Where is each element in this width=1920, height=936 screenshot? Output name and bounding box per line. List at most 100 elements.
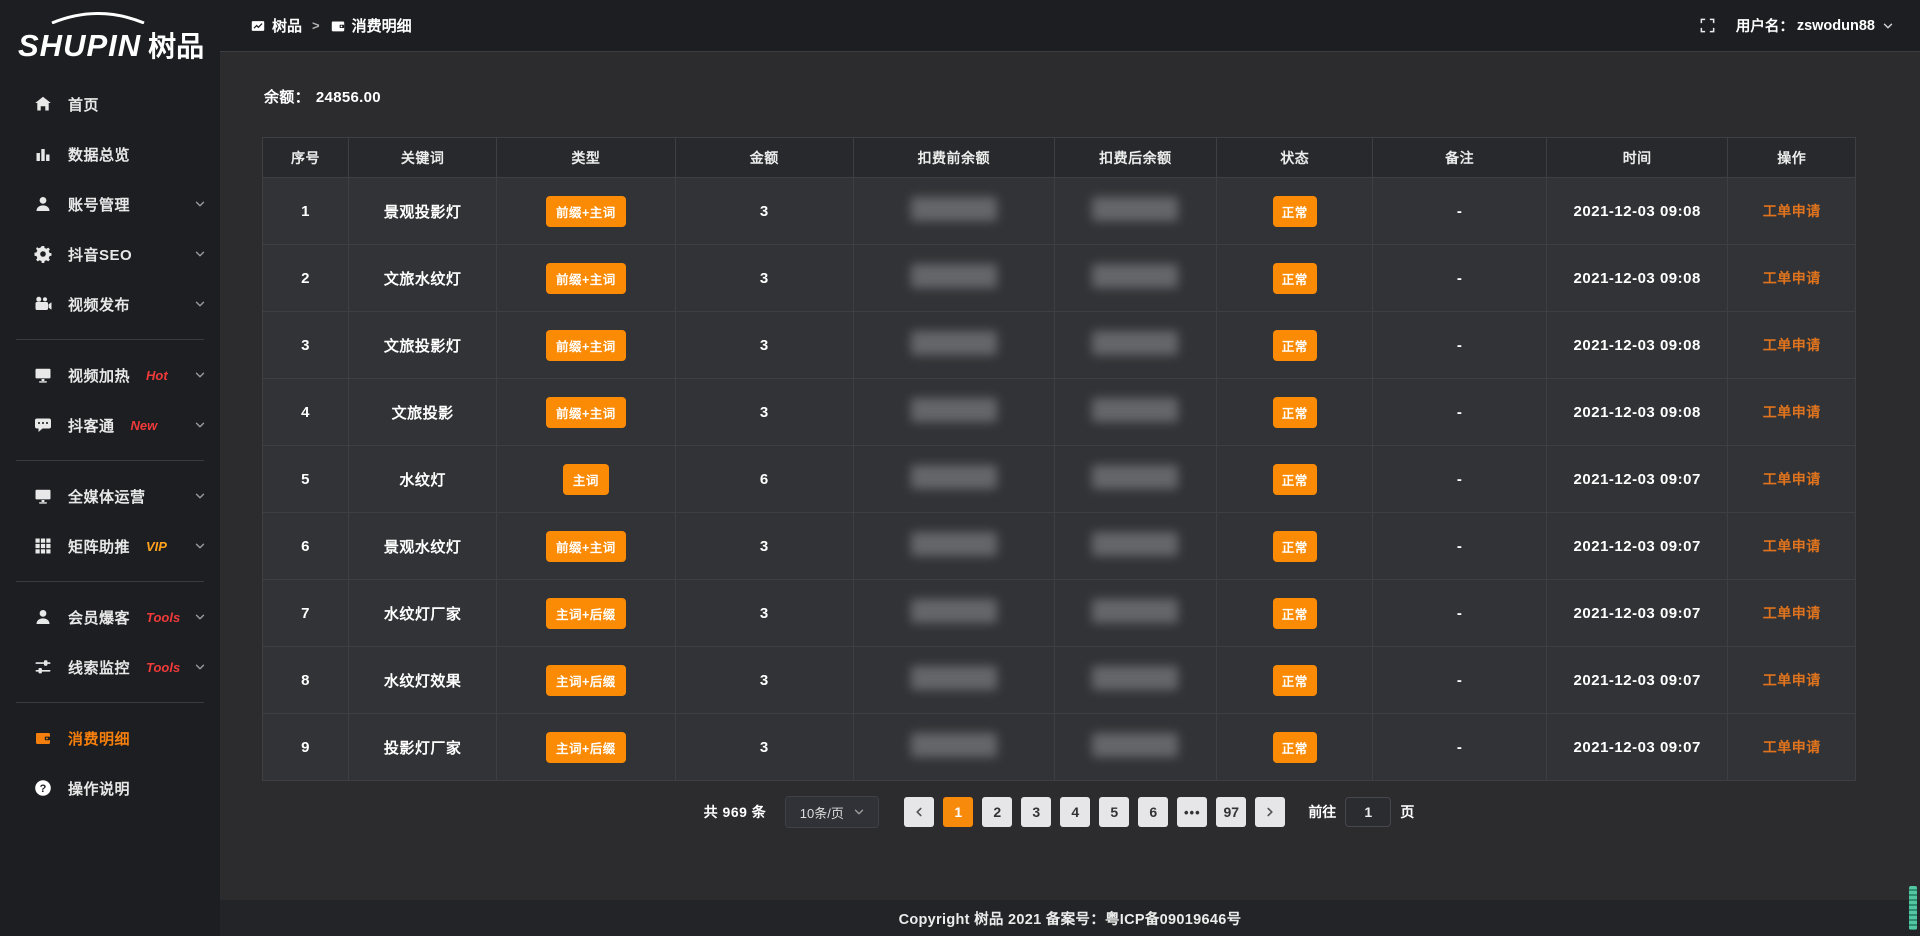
- masked-balance: [911, 465, 997, 489]
- next-page-button[interactable]: [1255, 797, 1285, 827]
- type-badge: 前缀+主词: [546, 397, 626, 428]
- page-button-4[interactable]: 4: [1060, 797, 1090, 827]
- cell-time: 2021-12-03 09:08: [1546, 178, 1728, 245]
- cell-type: 前缀+主词: [497, 513, 675, 580]
- chevron-down-icon: [194, 661, 206, 673]
- page-button-97[interactable]: 97: [1216, 797, 1246, 827]
- table-body: 1景观投影灯前缀+主词3正常-2021-12-03 09:08工单申请2文旅水纹…: [263, 178, 1856, 781]
- sidebar-item-video-publish[interactable]: 视频发布: [0, 279, 220, 329]
- fullscreen-icon[interactable]: [1699, 17, 1716, 34]
- sidebar-item-label: 操作说明: [68, 778, 130, 799]
- type-badge: 前缀+主词: [546, 531, 626, 562]
- page-button-2[interactable]: 2: [982, 797, 1012, 827]
- sidebar-item-clue-monitor[interactable]: 线索监控Tools: [0, 642, 220, 692]
- sidebar-item-media-operation[interactable]: 全媒体运营: [0, 471, 220, 521]
- cell-pre-balance: [853, 312, 1054, 379]
- type-badge: 主词+后缀: [546, 732, 626, 763]
- type-badge: 前缀+主词: [546, 330, 626, 361]
- masked-balance: [1092, 264, 1178, 288]
- page-ellipsis-button[interactable]: •••: [1177, 797, 1207, 827]
- masked-balance: [1092, 465, 1178, 489]
- cell-note: -: [1373, 312, 1547, 379]
- menu-divider: [16, 702, 204, 703]
- cell-keyword: 景观投影灯: [349, 178, 497, 245]
- status-badge: 正常: [1273, 531, 1317, 562]
- logo[interactable]: SHUPIN 树品: [0, 0, 220, 69]
- cell-action: 工单申请: [1728, 513, 1856, 580]
- breadcrumb: 树品 > 消费明细: [250, 15, 412, 36]
- sidebar: SHUPIN 树品 首页数据总览账号管理抖音SEO 视频发布视频加热Hot抖客通N…: [0, 0, 220, 936]
- masked-balance: [911, 532, 997, 556]
- column-header: 备注: [1373, 138, 1547, 178]
- sidebar-item-matrix-boost[interactable]: 矩阵助推VIP: [0, 521, 220, 571]
- bar-chart-icon: [34, 145, 54, 163]
- column-header: 关键词: [349, 138, 497, 178]
- sidebar-item-consumption-detail[interactable]: 消费明细: [0, 713, 220, 763]
- prev-page-button[interactable]: [904, 797, 934, 827]
- cell-status: 正常: [1217, 580, 1373, 647]
- page-button-5[interactable]: 5: [1099, 797, 1129, 827]
- menu-badge: Tools: [146, 610, 180, 625]
- cell-status: 正常: [1217, 178, 1373, 245]
- masked-balance: [1092, 398, 1178, 422]
- work-order-link[interactable]: 工单申请: [1763, 739, 1821, 755]
- page-button-1[interactable]: 1: [943, 797, 973, 827]
- work-order-link[interactable]: 工单申请: [1763, 270, 1821, 286]
- work-order-link[interactable]: 工单申请: [1763, 605, 1821, 621]
- chevron-down-icon: [194, 369, 206, 381]
- work-order-link[interactable]: 工单申请: [1763, 471, 1821, 487]
- sidebar-item-operation-guide[interactable]: ?操作说明: [0, 763, 220, 813]
- cell-note: -: [1373, 647, 1547, 714]
- scrollbar-thumb[interactable]: [1909, 886, 1917, 930]
- sidebar-item-home[interactable]: 首页: [0, 79, 220, 129]
- cell-post-balance: [1054, 714, 1216, 781]
- sidebar-item-label: 线索监控: [68, 657, 130, 678]
- cell-time: 2021-12-03 09:07: [1546, 580, 1728, 647]
- cell-post-balance: [1054, 446, 1216, 513]
- cell-time: 2021-12-03 09:08: [1546, 245, 1728, 312]
- content: 余额：24856.00 序号关键词类型金额扣费前余额扣费后余额状态备注时间操作 …: [220, 52, 1920, 900]
- user-menu[interactable]: 用户名： zswodun88: [1736, 15, 1894, 36]
- cell-keyword: 文旅水纹灯: [349, 245, 497, 312]
- cell-action: 工单申请: [1728, 446, 1856, 513]
- sidebar-item-label: 抖音SEO: [68, 244, 132, 265]
- page-button-3[interactable]: 3: [1021, 797, 1051, 827]
- cell-note: -: [1373, 178, 1547, 245]
- consumption-table: 序号关键词类型金额扣费前余额扣费后余额状态备注时间操作 1景观投影灯前缀+主词3…: [262, 137, 1856, 781]
- work-order-link[interactable]: 工单申请: [1763, 672, 1821, 688]
- page-button-6[interactable]: 6: [1138, 797, 1168, 827]
- cell-amount: 3: [675, 379, 853, 446]
- cell-index: 6: [263, 513, 349, 580]
- masked-balance: [911, 264, 997, 288]
- table-row: 7水纹灯厂家主词+后缀3正常-2021-12-03 09:07工单申请: [263, 580, 1856, 647]
- username-label: 用户名：: [1736, 15, 1794, 36]
- cell-keyword: 文旅投影灯: [349, 312, 497, 379]
- sidebar-item-data-overview[interactable]: 数据总览: [0, 129, 220, 179]
- menu-divider: [16, 581, 204, 582]
- cell-action: 工单申请: [1728, 312, 1856, 379]
- work-order-link[interactable]: 工单申请: [1763, 337, 1821, 353]
- sidebar-item-douyin-seo[interactable]: 抖音SEO: [0, 229, 220, 279]
- table-row: 9投影灯厂家主词+后缀3正常-2021-12-03 09:07工单申请: [263, 714, 1856, 781]
- cell-time: 2021-12-03 09:07: [1546, 513, 1728, 580]
- menu-divider: [16, 460, 204, 461]
- cell-note: -: [1373, 513, 1547, 580]
- sidebar-item-douketong[interactable]: 抖客通New: [0, 400, 220, 450]
- work-order-link[interactable]: 工单申请: [1763, 203, 1821, 219]
- breadcrumb-item-root[interactable]: 树品: [250, 15, 302, 36]
- cell-index: 8: [263, 647, 349, 714]
- sidebar-item-account-management[interactable]: 账号管理: [0, 179, 220, 229]
- work-order-link[interactable]: 工单申请: [1763, 538, 1821, 554]
- goto-page-input[interactable]: 1: [1345, 797, 1391, 827]
- cell-amount: 3: [675, 312, 853, 379]
- page-size-select[interactable]: 10条/页: [785, 796, 879, 828]
- masked-balance: [911, 666, 997, 690]
- work-order-link[interactable]: 工单申请: [1763, 404, 1821, 420]
- breadcrumb-item-current[interactable]: 消费明细: [330, 15, 412, 36]
- sidebar-item-video-heating[interactable]: 视频加热Hot: [0, 350, 220, 400]
- sidebar-item-member-baoke[interactable]: 会员爆客Tools: [0, 592, 220, 642]
- masked-balance: [1092, 331, 1178, 355]
- masked-balance: [911, 733, 997, 757]
- column-header: 类型: [497, 138, 675, 178]
- pagination: 共 969 条 10条/页 123456•••97 前往 1 页: [262, 796, 1856, 828]
